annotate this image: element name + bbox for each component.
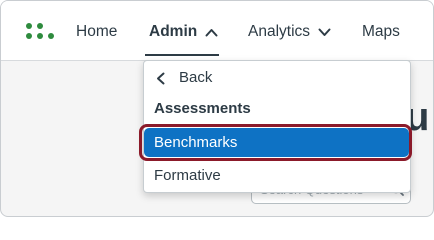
nav-item-analytics[interactable]: Analytics [248, 21, 331, 43]
menu-item-label: Benchmarks [154, 134, 238, 151]
nav-item-home[interactable]: Home [76, 21, 117, 43]
active-nav-underline [145, 54, 219, 56]
nav-item-label: Admin [149, 23, 198, 40]
menu-item-benchmarks[interactable]: Benchmarks [144, 128, 409, 157]
chevron-left-icon [157, 72, 165, 85]
nav-item-label: Analytics [248, 23, 311, 40]
menu-item-label: Formative [154, 167, 221, 184]
chevron-up-icon [205, 28, 218, 36]
nav-item-label: Maps [362, 23, 400, 40]
nav-item-admin[interactable]: Admin [149, 21, 218, 43]
chevron-down-icon [318, 28, 331, 36]
app-window: Home Admin Analytics Maps u Search Quest… [0, 0, 434, 217]
menu-item-formative[interactable]: Formative [144, 160, 410, 192]
top-navigation-bar: Home Admin Analytics Maps [1, 1, 433, 61]
back-menu-item[interactable]: Back [144, 62, 410, 94]
section-heading-assessments: Assessments [144, 93, 410, 125]
section-heading-label: Assessments [154, 100, 251, 117]
nav-item-label: Home [76, 23, 118, 40]
brand-logo-icon[interactable] [25, 21, 55, 41]
back-label: Back [179, 69, 213, 86]
nav-item-maps[interactable]: Maps [362, 21, 400, 43]
